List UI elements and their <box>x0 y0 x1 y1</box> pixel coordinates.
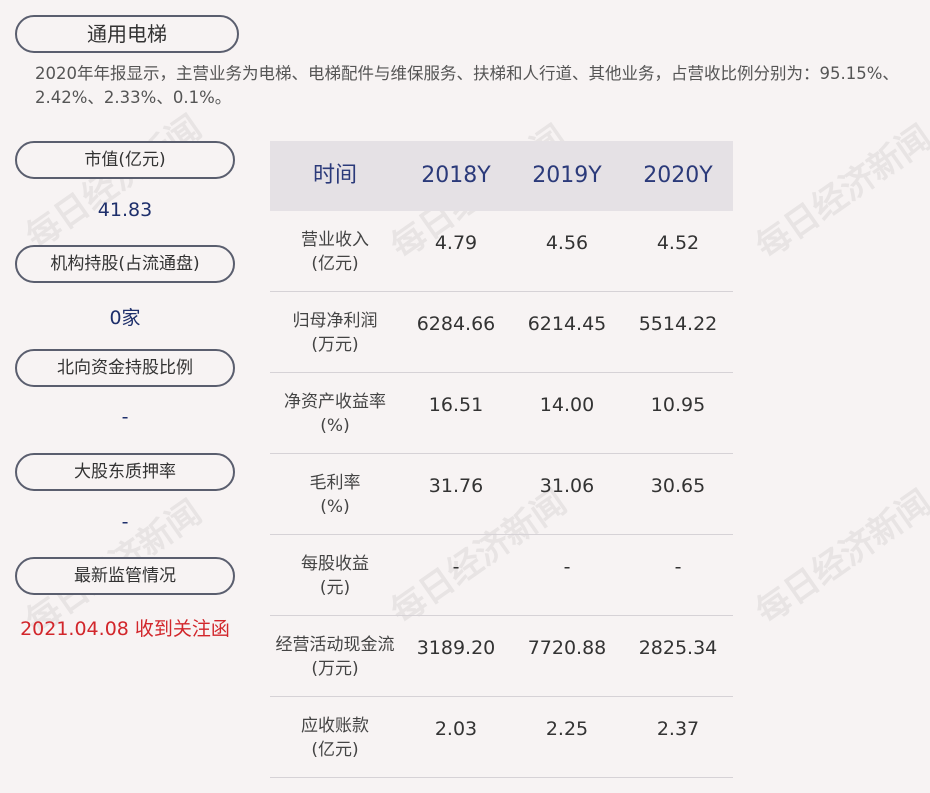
table-cell: 31.76 <box>428 475 484 497</box>
row-label-metric: 毛利率 <box>309 473 361 493</box>
row-label-unit: (亿元) <box>311 254 359 274</box>
header-cell: 2018Y <box>421 163 491 188</box>
watermark: 每日经济新闻 <box>748 117 930 268</box>
table-cell: 4.79 <box>434 232 478 254</box>
row-label-metric: 营业收入 <box>301 230 369 250</box>
row-label-unit: (%) <box>320 497 350 517</box>
table-cell: - <box>563 556 571 578</box>
row-label-unit: (%) <box>320 416 350 436</box>
row-label-unit: (万元) <box>311 659 359 679</box>
row-label-unit: (万元) <box>311 335 359 355</box>
table-row: 毛利率 (%) 31.76 31.06 30.65 <box>270 454 733 535</box>
row-label-metric: 应收账款 <box>301 716 369 736</box>
market-cap-value: 41.83 <box>97 199 153 221</box>
row-label-metric: 经营活动现金流 <box>275 635 395 655</box>
row-label: 经营活动现金流 (万元) <box>270 633 400 681</box>
table-cell: 4.56 <box>545 232 589 254</box>
table-cell: - <box>452 556 460 578</box>
row-label: 归母净利润 (万元) <box>270 309 400 357</box>
market-cap-label: 市值(亿元) <box>15 141 235 179</box>
institutional-holding-value: 0家 <box>109 307 141 329</box>
row-label-metric: 净资产收益率 <box>284 392 386 412</box>
table-cell: 5514.22 <box>638 313 718 335</box>
row-label: 应收账款 (亿元) <box>270 714 400 762</box>
northbound-holding-value: - <box>121 406 129 428</box>
table-cell: 16.51 <box>428 394 484 416</box>
table-cell: 30.65 <box>650 475 706 497</box>
table-cell: 2825.34 <box>638 637 718 659</box>
table-cell: 7720.88 <box>527 637 607 659</box>
table-cell: 3189.20 <box>416 637 496 659</box>
regulatory-status-label: 最新监管情况 <box>15 557 235 595</box>
row-label-unit: (元) <box>319 578 351 598</box>
table-cell: 2.37 <box>656 718 700 740</box>
table-cell: 2.03 <box>434 718 478 740</box>
company-name: 通用电梯 <box>15 15 239 53</box>
header-cell: 2020Y <box>643 163 713 188</box>
table-cell: - <box>674 556 682 578</box>
table-cell: 31.06 <box>539 475 595 497</box>
table-cell: 2.25 <box>545 718 589 740</box>
header-cell: 时间 <box>312 163 357 188</box>
table-body: 营业收入 (亿元) 4.79 4.56 4.52 归母净利润 (万元) 6284.66 6214… <box>270 211 733 778</box>
northbound-holding-label: 北向资金持股比例 <box>15 349 235 387</box>
row-label-metric: 归母净利润 <box>292 311 378 331</box>
table-row: 应收账款 (亿元) 2.03 2.25 2.37 <box>270 697 733 778</box>
row-label-metric: 每股收益 <box>301 554 369 574</box>
row-label: 每股收益 (元) <box>270 552 400 600</box>
row-label: 净资产收益率 (%) <box>270 390 400 438</box>
watermark: 每日经济新闻 <box>748 482 930 633</box>
table-cell: 6214.45 <box>527 313 607 335</box>
table-row: 营业收入 (亿元) 4.79 4.56 4.52 <box>270 211 733 292</box>
regulatory-status-value: 2021.04.08 收到关注函 <box>20 618 230 640</box>
watermark: 每日经济新闻 <box>18 107 210 258</box>
table-row: 经营活动现金流 (万元) 3189.20 7720.88 2825.34 <box>270 616 733 697</box>
table-cell: 4.52 <box>656 232 700 254</box>
table-header: 时间 2018Y 2019Y 2020Y <box>270 141 733 211</box>
table-row: 净资产收益率 (%) 16.51 14.00 10.95 <box>270 373 733 454</box>
pledge-ratio-value: - <box>121 511 129 533</box>
business-summary: 2020年年报显示，主营业务为电梯、电梯配件与维保服务、扶梯和人行道、其他业务，… <box>35 64 899 107</box>
table-cell: 14.00 <box>539 394 595 416</box>
financial-table: 时间 2018Y 2019Y 2020Y 营业收入 (亿元) 4.79 4.56 4.5… <box>270 141 733 778</box>
header-cell: 2019Y <box>532 163 602 188</box>
row-label: 营业收入 (亿元) <box>270 228 400 276</box>
row-label: 毛利率 (%) <box>270 471 400 519</box>
table-cell: 6284.66 <box>416 313 496 335</box>
row-label-unit: (亿元) <box>311 740 359 760</box>
table-row: 归母净利润 (万元) 6284.66 6214.45 5514.22 <box>270 292 733 373</box>
institutional-holding-label: 机构持股(占流通盘) <box>15 245 235 283</box>
table-row: 每股收益 (元) - - - <box>270 535 733 616</box>
table-cell: 10.95 <box>650 394 706 416</box>
pledge-ratio-label: 大股东质押率 <box>15 453 235 491</box>
